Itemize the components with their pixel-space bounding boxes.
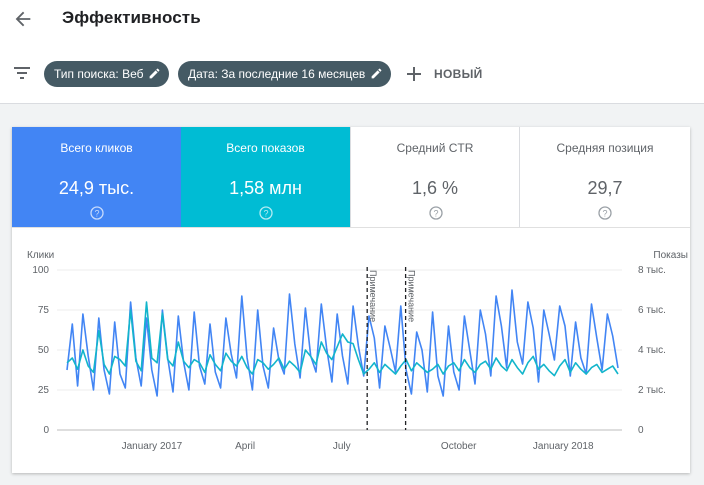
app-header: Эффективность [0, 0, 704, 45]
search-type-chip[interactable]: Тип поиска: Веб [44, 61, 170, 87]
right-tick-label: 6 тыс. [638, 305, 666, 316]
right-tick-label: 0 [638, 425, 644, 436]
x-tick-label: October [441, 441, 477, 452]
search-type-chip-label: Тип поиска: Веб [54, 67, 144, 81]
left-tick-label: 75 [38, 305, 50, 316]
right-tick-label: 4 тыс. [638, 345, 666, 356]
annotation-label: Примечание [407, 270, 417, 322]
annotation-label: Примечание [368, 270, 378, 322]
left-tick-label: 100 [32, 265, 49, 276]
clicks-series-line [66, 301, 619, 377]
performance-card: Всего кликов 24,9 тыс. ? Всего показов 1… [12, 127, 690, 473]
x-tick-label: July [333, 441, 351, 452]
filter-bar: Тип поиска: Веб Дата: За последние 16 ме… [0, 45, 704, 104]
date-range-chip-label: Дата: За последние 16 месяцев [188, 67, 366, 81]
x-tick-label: January 2017 [122, 441, 183, 452]
right-axis-label: Показы [653, 250, 688, 261]
filter-icon[interactable] [12, 65, 32, 81]
left-tick-label: 0 [43, 425, 49, 436]
right-tick-label: 2 тыс. [638, 385, 666, 396]
plus-icon [407, 67, 421, 81]
left-axis-label: Клики [27, 250, 54, 261]
performance-chart[interactable]: Клики Показы 100 8 тыс. 75 6 тыс. 50 4 тыс. 25… [12, 127, 690, 473]
x-tick-label: April [235, 441, 255, 452]
date-range-chip[interactable]: Дата: За последние 16 месяцев [178, 61, 392, 87]
arrow-back-icon[interactable] [12, 8, 34, 30]
right-tick-label: 8 тыс. [638, 265, 666, 276]
page-title: Эффективность [62, 8, 201, 27]
edit-pencil-icon[interactable] [370, 67, 383, 80]
x-tick-label: January 2018 [533, 441, 594, 452]
left-tick-label: 50 [38, 345, 50, 356]
add-filter-label: НОВЫЙ [434, 67, 483, 81]
left-tick-label: 25 [38, 385, 50, 396]
edit-pencil-icon[interactable] [148, 67, 161, 80]
